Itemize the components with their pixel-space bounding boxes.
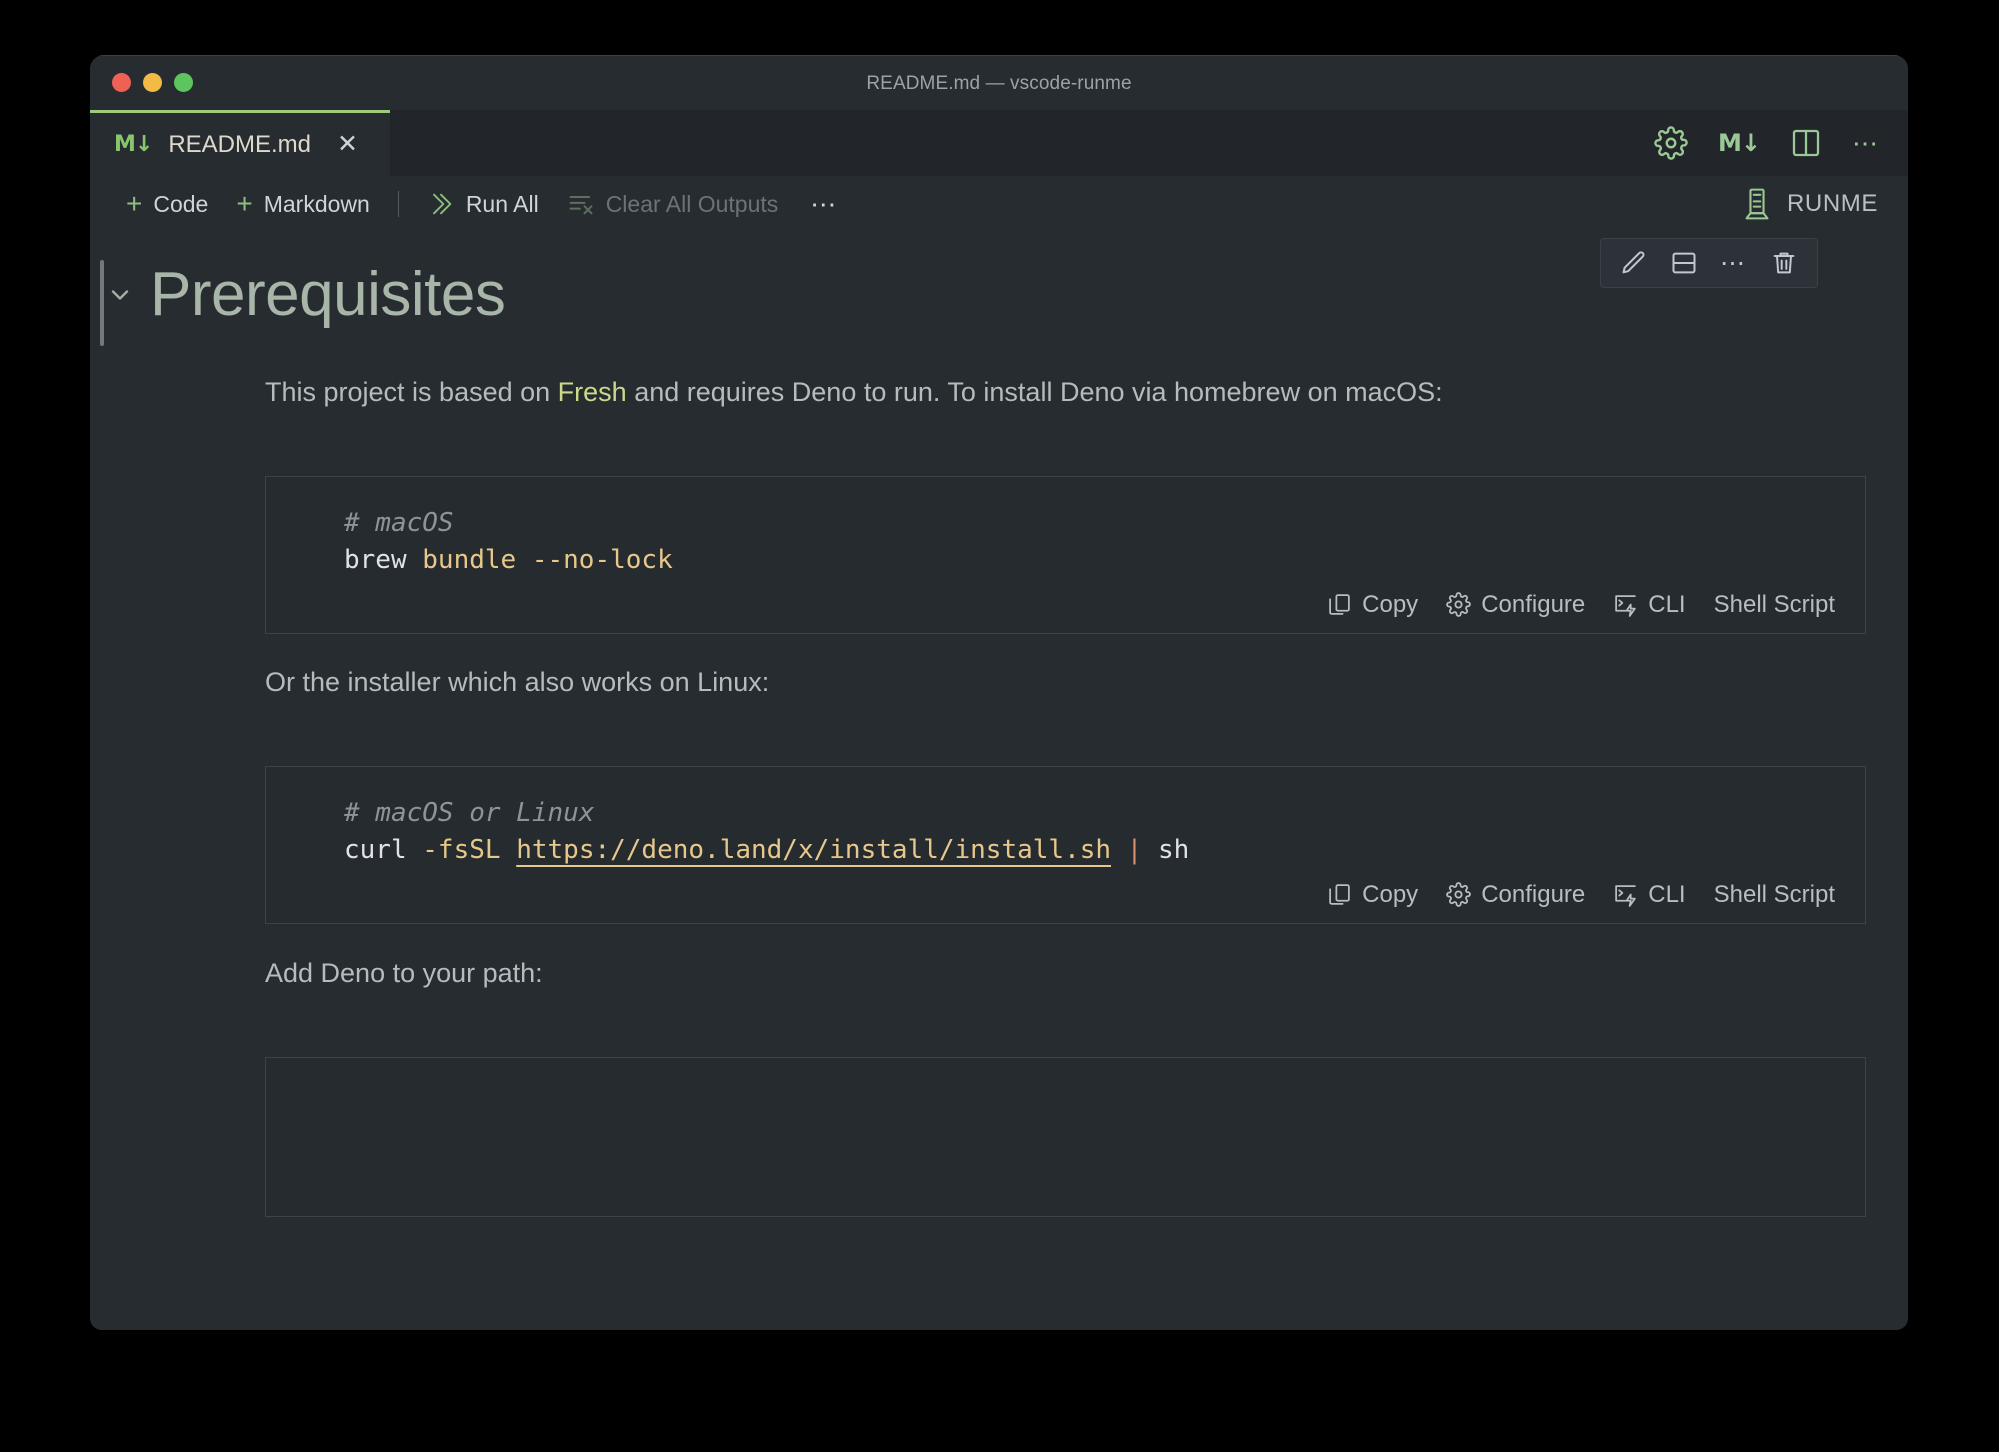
chevron-down-icon[interactable]	[90, 281, 150, 309]
copy-button[interactable]: Copy	[1313, 879, 1432, 911]
configure-label: Configure	[1481, 590, 1586, 618]
kernel-label: RUNME	[1787, 190, 1878, 217]
window-title: README.md — vscode-runme	[866, 73, 1132, 94]
tab-readme[interactable]: M↓ README.md ✕	[90, 110, 390, 176]
run-all-button[interactable]: Run All	[413, 186, 553, 222]
kernel-icon	[1741, 187, 1773, 221]
code-cell-1-command-args: bundle --no-lock	[406, 544, 673, 575]
more-cell-actions-icon[interactable]: ⋯	[1711, 243, 1757, 283]
tab-bar-actions: M↓ ⋯	[1654, 110, 1880, 176]
copy-icon	[1327, 882, 1352, 907]
language-label: Shell Script	[1713, 590, 1835, 618]
code-cell-1-command: brew bundle --no-lock	[344, 542, 1865, 579]
toolbar-divider	[397, 191, 399, 217]
split-editor-icon[interactable]	[1790, 125, 1822, 161]
code-cell-1-comment: # macOS	[344, 508, 454, 538]
code-cell-2-pipe: |	[1111, 834, 1158, 865]
code-cell-2-url[interactable]: https://deno.land/x/install/install.sh	[516, 835, 1111, 865]
editor-window: README.md — vscode-runme M↓ README.md ✕ …	[90, 55, 1908, 1330]
paragraph-intro-before: This project is based on	[265, 377, 558, 407]
code-cell-1-command-name: brew	[344, 544, 407, 575]
copy-button[interactable]: Copy	[1313, 589, 1432, 621]
code-cell-2-command-args: -fsSL	[406, 834, 517, 865]
gear-icon	[1446, 882, 1472, 908]
code-cell-2-tail: sh	[1158, 834, 1190, 865]
code-cell-1[interactable]: # macOS brew bundle --no-lock Copy Confi…	[265, 476, 1866, 634]
tab-bar: M↓ README.md ✕ M↓ ⋯	[90, 110, 1908, 176]
kernel-selector[interactable]: RUNME	[1741, 187, 1878, 221]
gear-icon[interactable]	[1654, 125, 1688, 161]
run-all-label: Run All	[465, 190, 539, 217]
copy-icon	[1327, 592, 1352, 617]
code-cell-2-comment: # macOS or Linux	[344, 798, 595, 828]
configure-label: Configure	[1481, 880, 1586, 908]
paragraph-installer: Or the installer which also works on Lin…	[265, 667, 770, 697]
fresh-link[interactable]: Fresh	[558, 377, 627, 407]
code-cell-2-command-name: curl	[344, 834, 407, 865]
code-cell-2-actions: Copy Configure CLI Shell Script	[266, 869, 1865, 923]
clear-all-outputs-label: Clear All Outputs	[605, 190, 779, 217]
close-icon[interactable]: ✕	[337, 132, 358, 157]
paragraph-path: Add Deno to your path:	[265, 958, 543, 988]
cli-icon	[1613, 592, 1638, 618]
clear-outputs-icon	[567, 190, 595, 218]
code-cell-1-actions: Copy Configure CLI Shell Script	[266, 579, 1865, 633]
language-button[interactable]: Shell Script	[1700, 589, 1849, 621]
add-markdown-cell-button[interactable]: + Markdown	[222, 187, 383, 222]
gear-icon	[1446, 592, 1472, 618]
title-bar: README.md — vscode-runme	[90, 55, 1908, 110]
more-actions-icon[interactable]: ⋯	[1852, 129, 1880, 156]
code-cell-2-source[interactable]: # macOS or Linux curl -fsSL https://deno…	[266, 767, 1865, 869]
configure-button[interactable]: Configure	[1432, 879, 1599, 911]
add-markdown-cell-label: Markdown	[263, 190, 370, 217]
language-button[interactable]: Shell Script	[1700, 879, 1849, 911]
markdown-heading-cell: Prerequisites	[90, 260, 506, 329]
copy-label: Copy	[1362, 880, 1419, 908]
cli-icon	[1613, 882, 1638, 908]
copy-label: Copy	[1362, 590, 1419, 618]
add-code-cell-button[interactable]: + Code	[112, 187, 222, 222]
markdown-icon: M↓	[114, 131, 153, 157]
configure-button[interactable]: Configure	[1432, 589, 1599, 621]
plus-icon: +	[126, 187, 143, 219]
clear-all-outputs-button[interactable]: Clear All Outputs	[553, 186, 793, 222]
add-code-cell-label: Code	[153, 190, 209, 217]
cli-button[interactable]: CLI	[1599, 879, 1699, 911]
markdown-preview-icon[interactable]: M↓	[1718, 129, 1761, 157]
code-cell-2-command: curl -fsSL https://deno.land/x/install/i…	[344, 832, 1865, 869]
notebook-body: ⋯ Prerequisites This project is based on…	[90, 232, 1908, 1330]
paragraph-intro-after: and requires Deno to run. To install Den…	[626, 377, 1443, 407]
delete-cell-icon[interactable]	[1761, 243, 1807, 283]
cli-label: CLI	[1648, 880, 1686, 908]
tab-label: README.md	[168, 130, 312, 158]
code-cell-2[interactable]: # macOS or Linux curl -fsSL https://deno…	[265, 766, 1866, 924]
cell-actions-toolbar: ⋯	[1600, 238, 1818, 288]
paragraph-intro: This project is based on Fresh and requi…	[265, 374, 1443, 410]
notebook-toolbar: + Code + Markdown Run All Clear All Outp…	[90, 176, 1908, 232]
run-all-icon	[427, 190, 455, 218]
split-cell-icon[interactable]	[1661, 243, 1707, 283]
code-cell-3[interactable]	[265, 1057, 1866, 1217]
notebook-more-actions-icon[interactable]: ⋯	[792, 190, 857, 217]
plus-icon: +	[236, 187, 253, 219]
edit-cell-icon[interactable]	[1611, 243, 1657, 283]
language-label: Shell Script	[1713, 880, 1835, 908]
cli-button[interactable]: CLI	[1599, 589, 1699, 621]
code-cell-1-source[interactable]: # macOS brew bundle --no-lock	[266, 477, 1865, 579]
page-title: Prerequisites	[150, 260, 506, 329]
cli-label: CLI	[1648, 590, 1686, 618]
